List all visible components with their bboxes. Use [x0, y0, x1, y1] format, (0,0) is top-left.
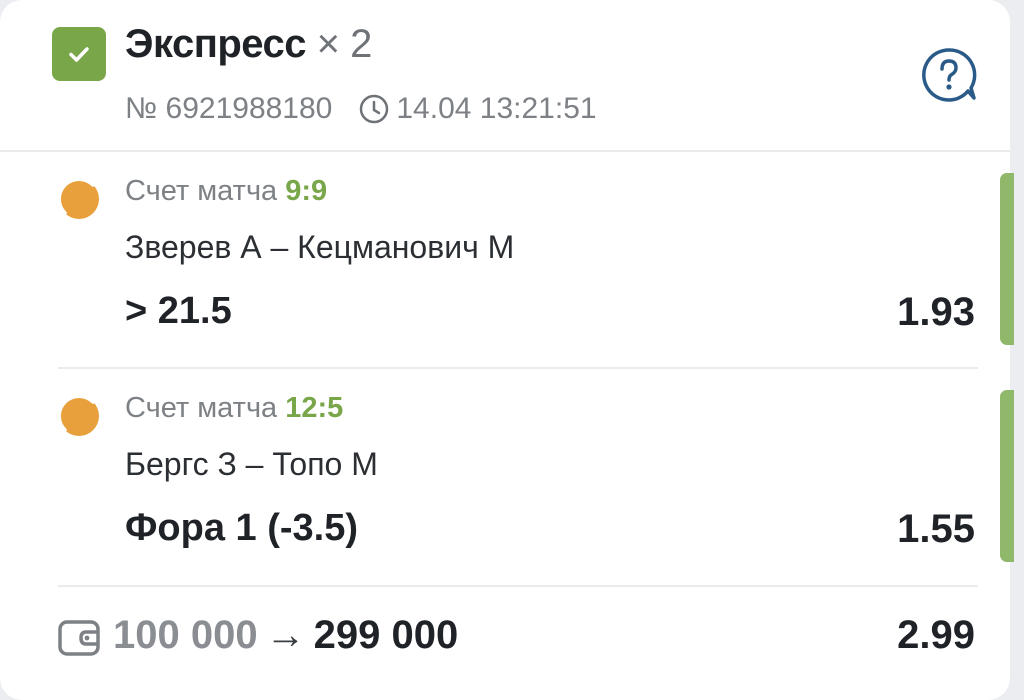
header-divider — [0, 150, 1010, 152]
event-item[interactable]: Счет матча 12:5 Бергс З – Топо М Фора 1 … — [0, 372, 1010, 587]
score-label: Счет матча — [125, 392, 278, 424]
event-item[interactable]: Счет матча 9:9 Зверев А – Кецманович М >… — [0, 155, 1010, 370]
wallet-icon — [57, 617, 103, 664]
event-odds: 1.55 — [897, 507, 975, 551]
total-odds: 2.99 — [897, 613, 975, 657]
stake-line: 100 000 → 299 000 — [113, 613, 458, 658]
clock-icon — [358, 93, 390, 125]
payout-amount: 299 000 — [313, 613, 459, 657]
bet-card: Экспресс × 2 № 6921988180 14.04 13:21:51… — [0, 0, 1014, 700]
match-teams: Зверев А – Кецманович М — [125, 229, 515, 265]
score-label: Счет матча — [125, 175, 278, 207]
tennis-ball-icon — [55, 392, 103, 445]
bet-datetime: 14.04 13:21:51 — [396, 92, 597, 125]
summary-divider — [58, 585, 978, 587]
bet-summary: 100 000 → 299 000 2.99 — [0, 590, 1010, 690]
check-icon — [52, 27, 106, 81]
arrow-icon: → — [265, 613, 306, 657]
score-line: Счет матча 12:5 — [125, 392, 343, 425]
event-odds: 1.93 — [897, 290, 975, 334]
bet-number: № 6921988180 — [125, 92, 333, 125]
bet-multiplier: × 2 — [316, 22, 373, 66]
match-score: 12:5 — [285, 392, 344, 424]
live-indicator — [1000, 173, 1014, 345]
live-indicator — [1000, 390, 1014, 562]
bet-meta: № 6921988180 14.04 13:21:51 — [125, 92, 597, 126]
bet-header: Экспресс × 2 № 6921988180 14.04 13:21:51 — [0, 0, 1010, 150]
bet-title: Экспресс × 2 — [125, 22, 372, 67]
score-line: Счет матча 9:9 — [125, 175, 327, 208]
bet-outcome: Фора 1 (-3.5) — [125, 507, 359, 549]
stake-amount: 100 000 — [113, 613, 258, 657]
match-teams: Бергс З – Топо М — [125, 446, 378, 482]
bet-outcome: > 21.5 — [125, 290, 232, 332]
bet-type: Экспресс — [125, 22, 307, 66]
tennis-ball-icon — [55, 175, 103, 228]
match-score: 9:9 — [285, 175, 328, 207]
help-icon[interactable] — [918, 44, 980, 111]
event-divider — [58, 367, 978, 369]
